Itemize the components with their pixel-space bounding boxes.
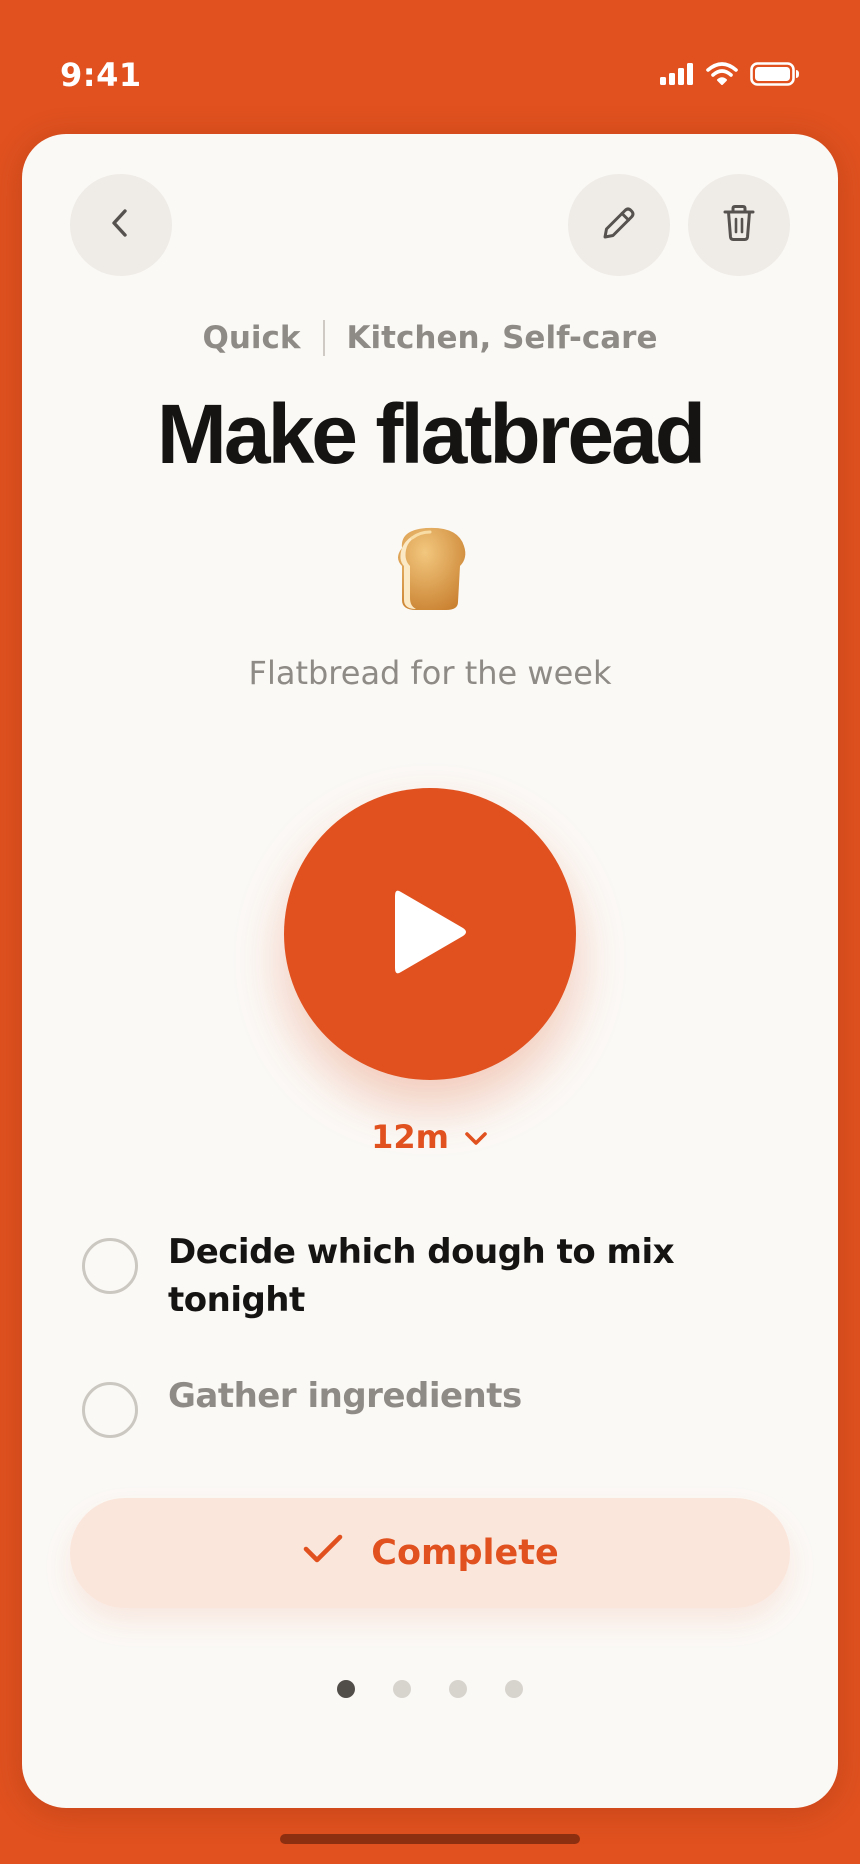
play-button[interactable] (284, 788, 576, 1080)
bread-icon (22, 518, 838, 618)
home-indicator[interactable] (280, 1834, 580, 1844)
subtask-item[interactable]: Decide which dough to mix tonight (82, 1228, 782, 1324)
page-dot[interactable] (505, 1680, 523, 1698)
meta-divider (322, 320, 325, 356)
subtask-label: Gather ingredients (168, 1376, 522, 1416)
trash-icon (717, 201, 761, 250)
task-detail-card: Quick Kitchen, Self-care Make flatbread … (22, 134, 838, 1808)
edit-button[interactable] (568, 174, 670, 276)
complete-button[interactable]: Complete (70, 1498, 790, 1608)
play-icon (385, 882, 475, 987)
subtask-checkbox[interactable] (82, 1238, 138, 1294)
categories-label: Kitchen, Self-care (346, 320, 658, 356)
back-button[interactable] (70, 174, 172, 276)
status-time: 9:41 (60, 56, 142, 94)
page-dot[interactable] (393, 1680, 411, 1698)
subtask-item[interactable]: Gather ingredients (82, 1372, 782, 1438)
task-meta: Quick Kitchen, Self-care (22, 320, 838, 356)
page-dot-active[interactable] (337, 1680, 355, 1698)
subtask-checkbox[interactable] (82, 1382, 138, 1438)
task-title: Make flatbread (156, 387, 706, 481)
duration-selector[interactable]: 12m (22, 1118, 838, 1156)
pencil-icon (597, 201, 641, 250)
wifi-icon (706, 62, 738, 91)
checkmark-icon (301, 1531, 345, 1576)
delete-button[interactable] (688, 174, 790, 276)
battery-icon (750, 62, 800, 91)
page-dot[interactable] (449, 1680, 467, 1698)
status-icons (660, 62, 800, 91)
task-description: Flatbread for the week (248, 654, 612, 692)
chevron-down-icon (463, 1118, 489, 1156)
cellular-signal-icon (660, 63, 694, 90)
chevron-left-icon (101, 203, 141, 248)
subtask-label: Decide which dough to mix tonight (168, 1232, 675, 1320)
duration-value: 12m (371, 1118, 449, 1156)
duration-type-label: Quick (202, 320, 301, 356)
complete-button-label: Complete (371, 1533, 559, 1573)
app-screen: 9:41 Quick Kitchen, Self-care Make flatb… (0, 0, 860, 1864)
page-indicator (22, 1680, 838, 1698)
